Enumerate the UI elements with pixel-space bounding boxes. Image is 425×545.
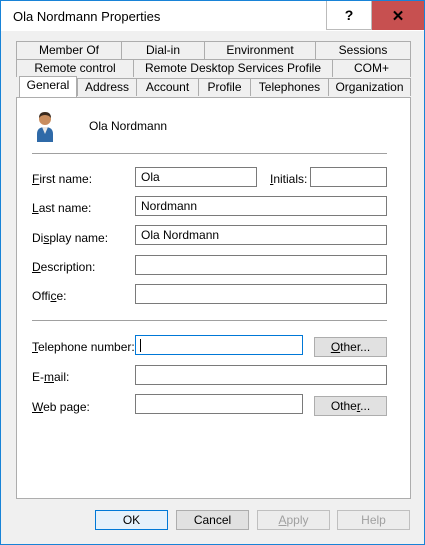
other-telephone-button[interactable]: Other... bbox=[314, 337, 387, 357]
tab-account[interactable]: Account bbox=[136, 78, 199, 96]
tab-address[interactable]: Address bbox=[77, 78, 137, 96]
tab-com-plus[interactable]: COM+ bbox=[332, 59, 411, 77]
general-tab-panel: Ola Nordmann First name: Ola Initials: L… bbox=[16, 97, 411, 499]
tab-profile[interactable]: Profile bbox=[198, 78, 251, 96]
window-title: Ola Nordmann Properties bbox=[13, 9, 161, 24]
last-name-field[interactable]: Nordmann bbox=[135, 196, 387, 216]
office-field[interactable] bbox=[135, 284, 387, 304]
first-name-field[interactable]: Ola bbox=[135, 167, 257, 187]
initials-field[interactable] bbox=[310, 167, 387, 187]
tab-remote-control[interactable]: Remote control bbox=[16, 59, 134, 77]
other-web-page-button[interactable]: Other... bbox=[314, 396, 387, 416]
email-field[interactable] bbox=[135, 365, 387, 385]
web-page-field[interactable] bbox=[135, 394, 303, 414]
apply-button[interactable]: Apply bbox=[257, 510, 330, 530]
tab-rds-profile[interactable]: Remote Desktop Services Profile bbox=[133, 59, 333, 77]
telephone-label: Telephone number: bbox=[32, 340, 135, 354]
help-button[interactable]: Help bbox=[337, 510, 410, 530]
display-name-label: Display name: bbox=[32, 231, 109, 245]
display-name-field[interactable]: Ola Nordmann bbox=[135, 225, 387, 245]
tab-organization[interactable]: Organization bbox=[328, 78, 411, 96]
description-label: Description: bbox=[32, 260, 96, 274]
user-avatar-icon bbox=[37, 112, 53, 142]
tab-member-of[interactable]: Member Of bbox=[16, 41, 122, 59]
office-label: Office: bbox=[32, 289, 67, 303]
cancel-button[interactable]: Cancel bbox=[176, 510, 249, 530]
separator-top bbox=[32, 153, 387, 154]
last-name-label: Last name: bbox=[32, 201, 92, 215]
email-label: E-mail: bbox=[32, 370, 70, 384]
tab-sessions[interactable]: Sessions bbox=[315, 41, 411, 59]
telephone-field[interactable] bbox=[135, 335, 303, 355]
initials-label: Initials: bbox=[270, 172, 308, 186]
tab-environment[interactable]: Environment bbox=[204, 41, 316, 59]
help-icon[interactable]: ? bbox=[326, 1, 372, 30]
description-field[interactable] bbox=[135, 255, 387, 275]
close-icon[interactable]: ✕ bbox=[372, 1, 424, 30]
ok-button[interactable]: OK bbox=[95, 510, 168, 530]
separator-middle bbox=[32, 320, 387, 321]
tab-telephones[interactable]: Telephones bbox=[250, 78, 329, 96]
user-display-heading: Ola Nordmann bbox=[89, 119, 168, 133]
tab-dial-in[interactable]: Dial-in bbox=[121, 41, 205, 59]
properties-dialog: Ola Nordmann Properties ? ✕ Member Of Di… bbox=[0, 0, 425, 545]
title-bar[interactable]: Ola Nordmann Properties ? ✕ bbox=[1, 1, 424, 31]
first-name-label: First name: bbox=[32, 172, 93, 186]
text-caret bbox=[140, 339, 141, 352]
tab-general[interactable]: General bbox=[19, 76, 77, 97]
web-page-label: Web page: bbox=[32, 400, 90, 414]
